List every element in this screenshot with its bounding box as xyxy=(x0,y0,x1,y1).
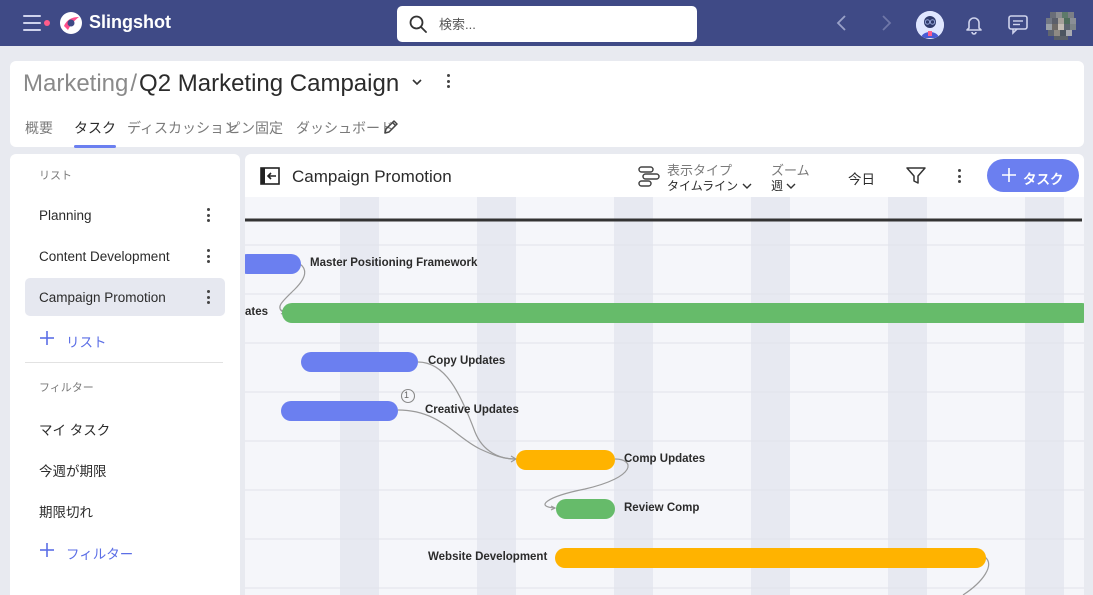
timeline-chart: Master Positioning Framework ates Copy U… xyxy=(245,197,1084,595)
pencil-icon[interactable] xyxy=(382,118,400,136)
more-options-icon[interactable] xyxy=(207,208,211,222)
weekend-column xyxy=(614,197,653,595)
forward-arrow-icon[interactable] xyxy=(878,14,894,32)
top-bar: Slingshot xyxy=(0,0,1093,46)
more-options-icon[interactable] xyxy=(958,169,962,185)
breadcrumb-separator: / xyxy=(130,70,138,97)
chevron-down-icon xyxy=(742,183,752,189)
task-bar-creative-updates[interactable] xyxy=(281,401,398,421)
tab-overview[interactable]: 概要 xyxy=(25,118,53,148)
notification-dot xyxy=(44,20,50,26)
add-list-label: リスト xyxy=(66,335,107,350)
bell-icon[interactable] xyxy=(963,13,985,35)
project-header: Marketing/Q2 Marketing Campaign 概要 タスク デ… xyxy=(10,61,1084,148)
view-type-value: タイムライン xyxy=(667,179,739,193)
weekend-column xyxy=(888,197,927,595)
task-bar-master-positioning-framework[interactable] xyxy=(245,254,301,274)
filter-icon[interactable] xyxy=(905,166,927,186)
sidebar-divider xyxy=(25,362,223,363)
zoom-value: 週 xyxy=(771,179,784,193)
add-filter-label: フィルター xyxy=(66,547,134,562)
slingshot-logo-icon xyxy=(60,12,82,34)
more-options-icon[interactable] xyxy=(207,290,211,304)
filter-overdue[interactable]: 期限切れ xyxy=(39,501,93,521)
sidebar-item-label: Content Development xyxy=(39,249,170,264)
menu-icon[interactable] xyxy=(23,15,41,31)
avatar-icon xyxy=(916,11,944,39)
weekend-column xyxy=(477,197,516,595)
user-avatar[interactable] xyxy=(916,11,944,39)
task-label[interactable]: Creative Updates xyxy=(425,404,519,416)
app-name: Slingshot xyxy=(89,12,171,32)
task-bar-copy-updates[interactable] xyxy=(301,352,418,372)
sidebar-item-label: Campaign Promotion xyxy=(39,290,166,305)
tab-dashboard[interactable]: ダッシュボード xyxy=(296,118,394,148)
sidebar-item-label: Planning xyxy=(39,208,92,223)
back-arrow-icon[interactable] xyxy=(834,14,850,32)
main-panel: Campaign Promotion 表示タイプ タイムライン ズーム 週 今日… xyxy=(245,154,1084,595)
more-options-icon[interactable] xyxy=(447,74,453,92)
more-options-icon[interactable] xyxy=(207,249,211,263)
today-button[interactable]: 今日 xyxy=(848,168,875,188)
chevron-down-icon[interactable] xyxy=(411,77,423,87)
task-label[interactable]: Comp Updates xyxy=(624,453,705,465)
collapse-sidebar-icon[interactable] xyxy=(260,167,280,185)
weekend-column xyxy=(1025,197,1064,595)
filter-my-tasks[interactable]: マイ タスク xyxy=(39,419,110,439)
list-title: Campaign Promotion xyxy=(292,167,452,186)
plus-icon xyxy=(40,543,54,557)
task-label[interactable]: ates xyxy=(245,306,268,318)
task-label[interactable]: Master Positioning Framework xyxy=(310,257,477,269)
zoom-select[interactable]: 週 xyxy=(771,177,796,194)
search-icon xyxy=(409,15,427,33)
search-input[interactable] xyxy=(439,14,679,34)
tab-discussion[interactable]: ディスカッション xyxy=(127,118,238,148)
lists-heading: リスト xyxy=(39,170,72,182)
chevron-down-icon xyxy=(786,183,796,189)
breadcrumb: Marketing/Q2 Marketing Campaign xyxy=(23,70,399,98)
timeline-view-icon[interactable] xyxy=(637,164,661,188)
filters-heading: フィルター xyxy=(39,382,94,394)
tab-pinned[interactable]: ピン固定 xyxy=(227,118,283,148)
add-task-button[interactable]: タスク xyxy=(987,159,1079,192)
task-label[interactable]: Website Development xyxy=(428,551,547,563)
page-title[interactable]: Q2 Marketing Campaign xyxy=(139,70,399,97)
plus-icon xyxy=(40,331,54,345)
chat-icon[interactable] xyxy=(1007,13,1029,35)
sidebar-item-campaign-promotion[interactable]: Campaign Promotion xyxy=(25,278,225,316)
task-bar-website-development[interactable] xyxy=(555,548,986,568)
tab-tasks[interactable]: タスク xyxy=(74,118,116,148)
profile-picture-icon[interactable] xyxy=(1046,12,1076,40)
weekend-column xyxy=(751,197,790,595)
add-task-label: タスク xyxy=(1023,172,1064,187)
task-bar-comp-updates[interactable] xyxy=(516,450,615,470)
task-bar-review-comp[interactable] xyxy=(556,499,615,519)
sidebar: リスト Planning Content Development Campaig… xyxy=(10,154,240,595)
badge-count: 1 xyxy=(404,390,410,400)
filter-due-this-week[interactable]: 今週が期限 xyxy=(39,460,107,480)
task-label[interactable]: Review Comp xyxy=(624,502,699,514)
sidebar-item-planning[interactable]: Planning xyxy=(25,196,225,234)
task-bar-updates[interactable] xyxy=(282,303,1084,323)
search-box[interactable] xyxy=(397,6,697,42)
breadcrumb-parent[interactable]: Marketing xyxy=(23,70,128,97)
sidebar-item-content-development[interactable]: Content Development xyxy=(25,237,225,275)
plus-icon xyxy=(1002,168,1016,182)
view-type-select[interactable]: タイムライン xyxy=(667,177,752,194)
task-label[interactable]: Copy Updates xyxy=(428,355,505,367)
